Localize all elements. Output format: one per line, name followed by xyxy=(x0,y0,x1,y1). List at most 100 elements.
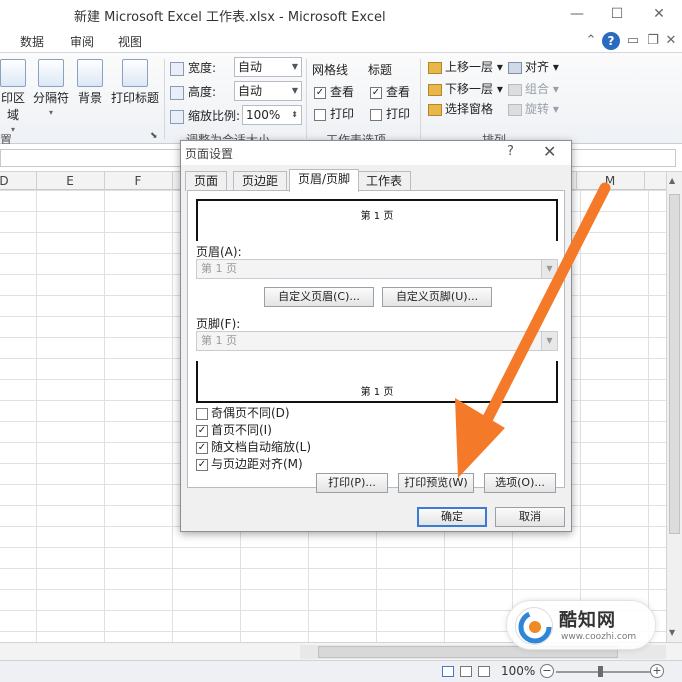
height-combo[interactable]: 自动 ▼ xyxy=(234,81,302,101)
checkbox-unchecked-icon xyxy=(370,108,382,121)
page-break-view-icon[interactable] xyxy=(478,666,490,677)
checkbox-checked-icon: ✓ xyxy=(196,424,208,437)
doc-close-icon[interactable]: ✕ xyxy=(662,32,680,50)
watermark-url: www.coozhi.com xyxy=(561,632,637,642)
rotate-button[interactable]: 旋转 ▾ xyxy=(508,99,559,119)
page-layout-view-icon[interactable] xyxy=(460,666,472,677)
menu-review[interactable]: 审阅 xyxy=(70,33,94,50)
send-backward-button[interactable]: 下移一层 ▾ xyxy=(428,79,503,99)
headings-view-checkbox[interactable]: ✓ 查看 xyxy=(370,81,410,103)
ribbon: 印区域 ▾ 分隔符 ▾ 背景 打印标题 置 ⬊ 宽度: 自动 ▼ 高度: 自动 ▼ … xyxy=(0,52,682,147)
custom-header-button[interactable]: 自定义页眉(C)... xyxy=(264,287,374,307)
footer-label: 页脚(F): xyxy=(196,317,241,331)
checkbox-checked-icon: ✓ xyxy=(370,86,382,99)
scroll-down-icon[interactable]: ▼ xyxy=(669,628,675,637)
height-row: 高度: xyxy=(170,81,216,103)
doc-restore-icon[interactable]: ❐ xyxy=(644,32,662,50)
options-button[interactable]: 选项(O)... xyxy=(484,473,556,493)
align-button[interactable]: 对齐 ▾ xyxy=(508,57,559,77)
tab-page[interactable]: 页面 xyxy=(185,171,228,191)
header-preview: 第 1 页 xyxy=(196,199,558,241)
menu-view[interactable]: 视图 xyxy=(118,33,142,50)
background-icon xyxy=(77,59,103,87)
dialog-title: 页面设置 xyxy=(185,147,234,161)
watermark-logo-icon xyxy=(515,607,553,645)
rotate-icon xyxy=(508,103,522,116)
gridlines-view-checkbox[interactable]: ✓ 查看 xyxy=(314,81,354,103)
send-backward-icon xyxy=(428,83,442,96)
watermark-badge: 酷知网 www.coozhi.com xyxy=(506,600,656,650)
align-with-margins-checkbox[interactable]: ✓ 与页边距对齐(M) xyxy=(196,456,303,472)
column-header-m[interactable]: M xyxy=(576,174,644,188)
print-area-icon xyxy=(0,59,26,87)
dialog-close-icon[interactable]: ✕ xyxy=(543,142,556,161)
menu-data[interactable]: 数据 xyxy=(20,33,44,50)
align-icon xyxy=(508,61,522,74)
headings-title: 标题 xyxy=(368,63,393,77)
tab-sheet[interactable]: 工作表 xyxy=(357,171,412,191)
page-setup-dialog: 页面设置 ? ✕ 页面 页边距 页眉/页脚 工作表 第 1 页 页眉(A): 第… xyxy=(180,140,572,532)
scale-icon xyxy=(170,109,184,124)
ribbon-minimize-icon[interactable]: ⌃ xyxy=(582,32,600,50)
footer-select[interactable]: 第 1 页 ▼ xyxy=(196,331,558,351)
cancel-button[interactable]: 取消 xyxy=(495,507,565,527)
column-header-f[interactable]: F xyxy=(104,174,172,188)
dialog-title-bar: 页面设置 ? ✕ xyxy=(181,141,571,165)
tab-margins[interactable]: 页边距 xyxy=(233,171,288,191)
scale-spinner[interactable]: 100% ⬍ xyxy=(242,105,302,125)
first-page-checkbox[interactable]: ✓ 首页不同(I) xyxy=(196,422,272,438)
print-preview-button[interactable]: 打印预览(W) xyxy=(398,473,474,493)
group-icon xyxy=(508,83,522,96)
breaks-icon xyxy=(38,59,64,87)
breaks-button[interactable]: 分隔符 ▾ xyxy=(32,59,70,117)
print-area-button[interactable]: 印区域 ▾ xyxy=(0,59,30,134)
header-footer-panel: 第 1 页 页眉(A): 第 1 页 ▼ 自定义页眉(C)... 自定义页脚(U)… xyxy=(187,190,565,493)
selection-pane-button[interactable]: 选择窗格 xyxy=(428,99,493,119)
scroll-up-icon[interactable]: ▲ xyxy=(669,176,675,185)
header-select[interactable]: 第 1 页 ▼ xyxy=(196,259,558,279)
headings-print-checkbox[interactable]: 打印 xyxy=(370,103,410,125)
custom-footer-button[interactable]: 自定义页脚(U)... xyxy=(382,287,492,307)
zoom-level[interactable]: 100% xyxy=(501,664,535,678)
normal-view-icon[interactable] xyxy=(442,666,454,677)
scale-with-document-checkbox[interactable]: ✓ 随文档自动缩放(L) xyxy=(196,439,311,455)
doc-minimize-icon[interactable]: ▭ xyxy=(624,32,642,50)
zoom-in-icon[interactable]: + xyxy=(650,664,664,678)
zoom-out-icon[interactable]: − xyxy=(540,664,554,678)
group-button[interactable]: 组合 ▾ xyxy=(508,79,559,99)
maximize-button[interactable]: ☐ xyxy=(602,4,632,24)
background-button[interactable]: 背景 xyxy=(74,59,106,106)
minimize-button[interactable]: — xyxy=(562,4,592,24)
tab-header-footer[interactable]: 页眉/页脚 xyxy=(289,169,360,192)
footer-preview: 第 1 页 xyxy=(196,361,558,403)
print-titles-button[interactable]: 打印标题 xyxy=(110,59,160,106)
bring-forward-icon xyxy=(428,61,442,74)
vertical-scrollbar[interactable]: ▲ ▼ xyxy=(666,172,682,642)
print-button[interactable]: 打印(P)... xyxy=(316,473,388,493)
width-icon xyxy=(170,61,184,76)
vertical-scroll-thumb[interactable] xyxy=(669,194,680,534)
close-window-button[interactable]: ✕ xyxy=(644,4,674,24)
column-header-d[interactable]: D xyxy=(0,174,38,188)
zoom-slider-handle[interactable] xyxy=(598,666,603,677)
gridlines-print-checkbox[interactable]: 打印 xyxy=(314,103,354,125)
help-icon[interactable]: ? xyxy=(602,32,620,50)
chevron-down-icon: ▼ xyxy=(541,260,557,278)
column-header-e[interactable]: E xyxy=(36,174,104,188)
chevron-down-icon: ▼ xyxy=(541,332,557,350)
width-row: 宽度: xyxy=(170,57,216,79)
width-combo[interactable]: 自动 ▼ xyxy=(234,57,302,77)
header-label: 页眉(A): xyxy=(196,245,242,259)
window-title: 新建 Microsoft Excel 工作表.xlsx - Microsoft … xyxy=(74,10,386,25)
height-icon xyxy=(170,85,184,100)
dialog-help-icon[interactable]: ? xyxy=(507,144,514,159)
checkbox-checked-icon: ✓ xyxy=(314,86,326,99)
checkbox-unchecked-icon xyxy=(196,407,208,420)
bring-forward-button[interactable]: 上移一层 ▾ xyxy=(428,57,503,77)
zoom-slider[interactable] xyxy=(556,671,650,673)
odd-even-checkbox[interactable]: 奇偶页不同(D) xyxy=(196,405,290,421)
selection-pane-icon xyxy=(428,103,442,116)
ok-button[interactable]: 确定 xyxy=(417,507,487,527)
watermark-name: 酷知网 xyxy=(559,610,616,631)
page-setup-launcher-icon[interactable]: ⬊ xyxy=(150,131,158,141)
